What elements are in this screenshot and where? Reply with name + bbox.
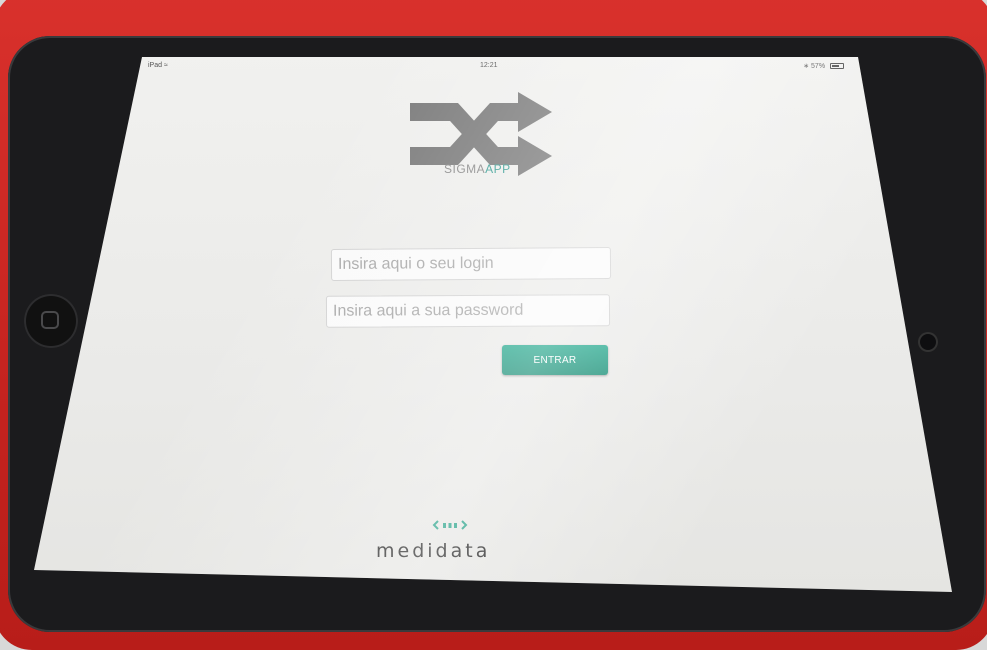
battery-icon — [830, 63, 844, 70]
home-square-icon — [41, 311, 59, 329]
camera-icon — [920, 334, 936, 350]
password-input[interactable] — [325, 294, 611, 328]
logo-text-app: APP — [485, 162, 511, 176]
login-input[interactable] — [330, 247, 612, 281]
company-name: medidata — [376, 540, 491, 562]
status-bar: iPad ≈ 12:21 ∗ 57% — [142, 59, 858, 73]
bluetooth-icon: ∗ — [803, 63, 810, 70]
device-name: iPad — [148, 62, 163, 69]
wifi-icon: ≈ — [163, 62, 168, 69]
logo-text-sigma: SIGMA — [444, 162, 486, 176]
app-logo-text: SIGMAAPP — [444, 162, 511, 176]
device-label: iPad ≈ — [148, 62, 168, 69]
battery-status: ∗ 57% — [803, 62, 844, 70]
battery-percent: 57% — [811, 63, 826, 70]
enter-button[interactable]: ENTRAR — [502, 345, 608, 375]
clock: 12:21 — [480, 62, 498, 69]
medidata-logo-icon — [432, 520, 468, 530]
home-button[interactable] — [24, 294, 78, 348]
